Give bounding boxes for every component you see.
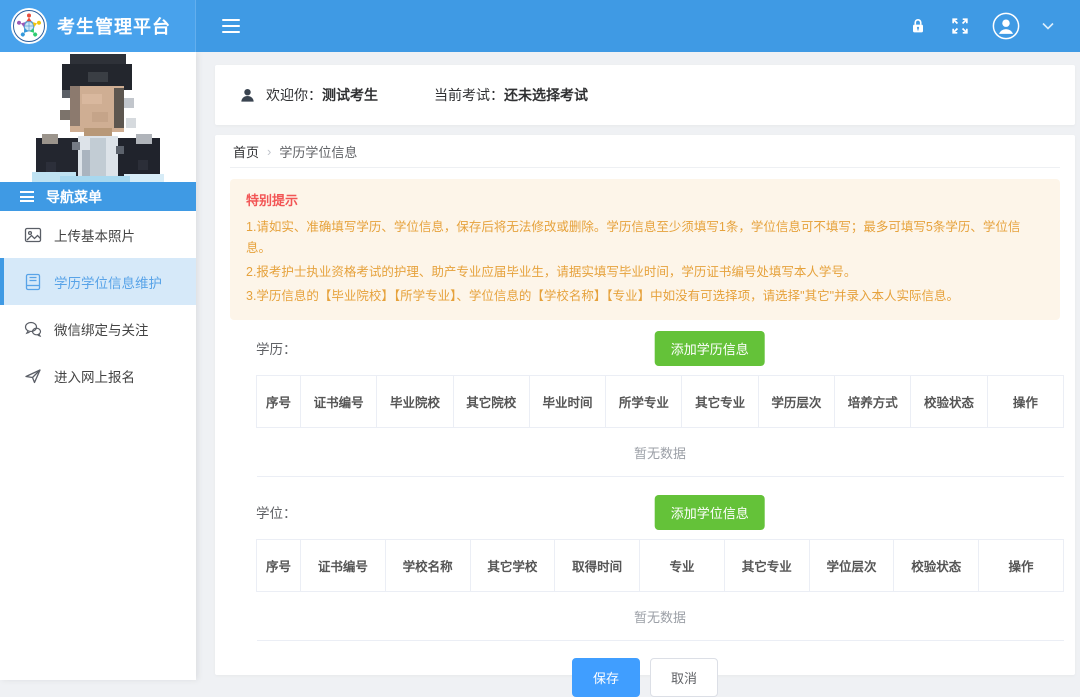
breadcrumb-current: 学历学位信息 (279, 144, 358, 160)
breadcrumb-separator-icon: › (267, 143, 272, 159)
column-header: 证书编号 (300, 539, 386, 592)
user-avatar-icon[interactable] (992, 12, 1020, 40)
nav-menu-title: 导航菜单 (46, 188, 102, 205)
topbar-actions (908, 12, 1080, 40)
column-header: 学历层次 (757, 375, 836, 428)
education-section-header: 学历： 添加学历信息 (256, 330, 1060, 366)
column-header: 所学专业 (605, 375, 683, 428)
degree-table-header-row: 序号 证书编号 学校名称 其它学校 取得时间 专业 其它专业 学位层次 校验状态… (256, 539, 1064, 592)
column-header: 校验状态 (910, 375, 988, 428)
column-header: 操作 (978, 539, 1064, 592)
image-icon (24, 226, 42, 244)
current-exam-label: 当前考试： (434, 87, 504, 103)
form-actions: 保存 取消 (230, 658, 1060, 697)
column-header: 取得时间 (554, 539, 641, 592)
education-empty-text: 暂无数据 (256, 427, 1064, 477)
wechat-icon (24, 320, 42, 338)
column-header: 毕业时间 (528, 375, 607, 428)
sidebar-item-label: 进入网上报名 (54, 369, 135, 385)
sidebar-item-online-registration[interactable]: 进入网上报名 (0, 352, 196, 399)
person-icon (239, 87, 256, 104)
sidebar-item-label: 上传基本照片 (54, 228, 135, 244)
main-content: 欢迎你： 测试考生 当前考试： 还未选择考试 首页 › 学历学位信息 特别提示 1.… (196, 52, 1080, 697)
collapse-menu-icon[interactable] (216, 13, 246, 40)
greeting-label: 欢迎你： (266, 87, 322, 103)
sidebar-item-label: 微信绑定与关注 (54, 322, 149, 338)
sidebar-item-label: 学历学位信息维护 (54, 275, 162, 291)
notice-line-2: 2.报考护士执业资格考试的护理、助产专业应届毕业生，请据实填写毕业时间，学历证书… (246, 265, 857, 279)
education-table: 序号 证书编号 毕业院校 其它院校 毕业时间 所学专业 其它专业 学历层次 培养… (256, 375, 1065, 477)
notice-line-3: 3.学历信息的【毕业院校】【所学专业】、学位信息的【学校名称】【专业】中如没有可… (246, 289, 960, 303)
column-header: 校验状态 (893, 539, 980, 592)
brand-area: 考生管理平台 (0, 0, 196, 52)
welcome-bar: 欢迎你： 测试考生 当前考试： 还未选择考试 (215, 65, 1075, 125)
column-header: 专业 (639, 539, 725, 592)
education-table-header-row: 序号 证书编号 毕业院校 其它院校 毕业时间 所学专业 其它专业 学历层次 培养… (256, 375, 1065, 428)
fullscreen-icon[interactable] (950, 16, 970, 36)
add-degree-button[interactable]: 添加学位信息 (654, 494, 765, 530)
column-header: 培养方式 (834, 375, 912, 428)
menu-bars-icon (20, 191, 34, 202)
column-header: 学校名称 (384, 539, 471, 592)
sidebar-item-upload-photo[interactable]: 上传基本照片 (0, 211, 196, 258)
nav-menu-header: 导航菜单 (0, 182, 196, 211)
sidebar-item-wechat-binding[interactable]: 微信绑定与关注 (0, 305, 196, 352)
special-notice-box: 特别提示 1.请如实、准确填写学历、学位信息，保存后将无法修改或删除。学历信息至… (230, 179, 1060, 320)
add-education-button[interactable]: 添加学历信息 (654, 330, 765, 366)
column-header: 其它专业 (681, 375, 759, 428)
send-icon (24, 367, 42, 385)
education-degree-panel: 首页 › 学历学位信息 特别提示 1.请如实、准确填写学历、学位信息，保存后将无… (215, 135, 1075, 697)
education-label: 学历： (256, 342, 297, 357)
sidebar: 导航菜单 上传基本照片 学历学位信息维护 微信绑定与关注 进入网上报名 (0, 52, 196, 680)
column-header: 其它院校 (452, 375, 530, 428)
candidate-name: 测试考生 (322, 87, 378, 103)
notice-title: 特别提示 (246, 193, 299, 208)
degree-section-header: 学位： 添加学位信息 (256, 494, 1060, 530)
column-header: 序号 (256, 375, 301, 428)
column-header: 序号 (256, 539, 301, 592)
breadcrumb-home[interactable]: 首页 (233, 142, 259, 161)
column-header: 毕业院校 (376, 375, 454, 428)
column-header: 其它学校 (469, 539, 556, 592)
save-button[interactable]: 保存 (571, 658, 640, 697)
top-header: 考生管理平台 (0, 0, 1080, 52)
current-exam-value: 还未选择考试 (504, 87, 588, 103)
app-title: 考生管理平台 (57, 17, 171, 37)
candidate-photo (0, 52, 196, 182)
chevron-down-icon[interactable] (1042, 22, 1054, 30)
degree-empty-text: 暂无数据 (256, 591, 1064, 641)
degree-table: 序号 证书编号 学校名称 其它学校 取得时间 专业 其它专业 学位层次 校验状态… (256, 539, 1064, 641)
notice-line-1: 1.请如实、准确填写学历、学位信息，保存后将无法修改或删除。学历信息至少须填写1… (246, 220, 1021, 255)
book-icon (24, 273, 42, 291)
lock-icon[interactable] (908, 16, 928, 36)
breadcrumb: 首页 › 学历学位信息 (230, 135, 1060, 168)
sidebar-item-education-info[interactable]: 学历学位信息维护 (0, 258, 196, 305)
column-header: 其它专业 (723, 539, 810, 592)
app-logo-icon (10, 7, 48, 45)
column-header: 证书编号 (299, 375, 378, 428)
degree-empty-row: 暂无数据 (256, 591, 1064, 641)
education-empty-row: 暂无数据 (256, 427, 1064, 477)
column-header: 操作 (986, 375, 1065, 428)
cancel-button[interactable]: 取消 (650, 658, 719, 697)
column-header: 学位层次 (808, 539, 895, 592)
degree-label: 学位： (256, 506, 297, 521)
